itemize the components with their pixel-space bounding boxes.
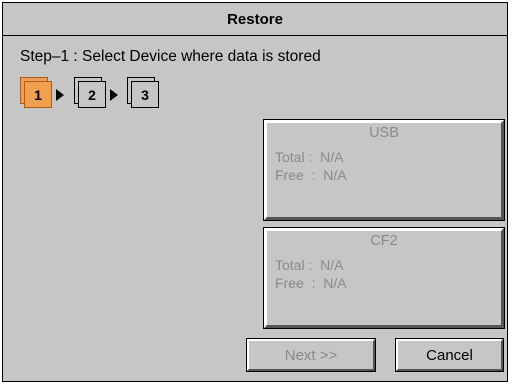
step-1-box: 1 (20, 77, 52, 108)
step-1-label: 1 (24, 81, 52, 108)
step-arrow-icon (110, 89, 118, 101)
step-2-label: 2 (78, 81, 106, 108)
device-usb-total: Total : N/A (275, 149, 344, 165)
step-3-box: 3 (127, 77, 159, 108)
free-label: Free (275, 275, 304, 291)
free-value: N/A (323, 275, 347, 291)
window-title: Restore (3, 3, 507, 36)
total-label: Total (275, 149, 305, 165)
step-arrow-icon (56, 89, 64, 101)
total-value: N/A (320, 149, 344, 165)
cancel-button[interactable]: Cancel (395, 338, 504, 372)
free-label: Free (275, 167, 304, 183)
step-2-box: 2 (74, 77, 106, 108)
device-cf2-total: Total : N/A (275, 257, 344, 273)
device-usb-name: USB (369, 125, 399, 141)
step-instruction: Step–1 : Select Device where data is sto… (20, 48, 321, 65)
step-3-label: 3 (131, 81, 159, 108)
total-label: Total (275, 257, 305, 273)
total-value: N/A (320, 257, 344, 273)
device-cf2-free: Free : N/A (275, 275, 347, 291)
device-usb-button[interactable]: USB Total : N/A Free : N/A (263, 119, 505, 221)
device-cf2-button[interactable]: CF2 Total : N/A Free : N/A (263, 227, 505, 329)
free-value: N/A (323, 167, 347, 183)
device-usb-free: Free : N/A (275, 167, 347, 183)
next-button[interactable]: Next >> (246, 338, 376, 372)
restore-window: Restore Step–1 : Select Device where dat… (2, 2, 508, 382)
device-cf2-name: CF2 (370, 233, 398, 249)
